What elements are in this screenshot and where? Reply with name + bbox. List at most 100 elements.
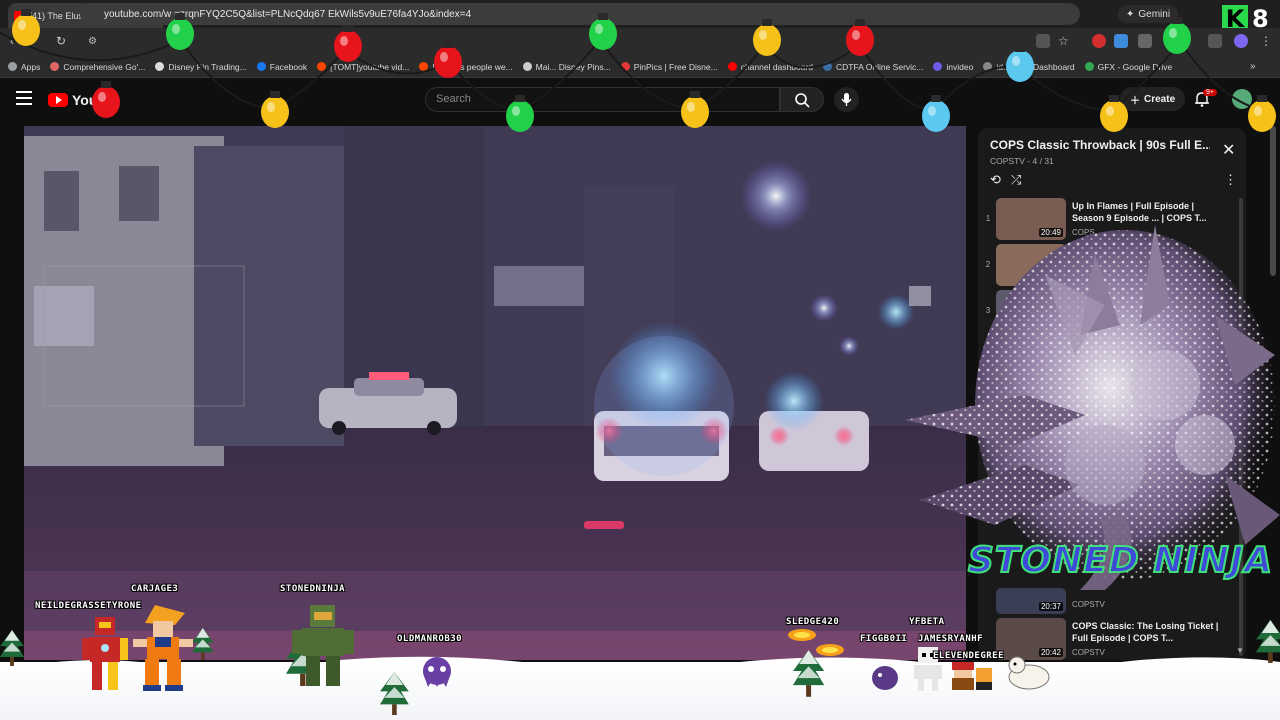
chat-username: YFBETA [909, 617, 945, 627]
playlist-item[interactable]: 2 20:13 [982, 244, 1238, 290]
bookmark-item[interactable]: Dashboard [1020, 62, 1075, 72]
pine-tree-icon [380, 672, 409, 716]
bookmark-item[interactable]: Comprehensive Go'... [50, 62, 145, 72]
video-player[interactable] [24, 126, 966, 660]
chat-username: STONEDNINJA [280, 584, 346, 594]
item-channel: COPS [1072, 228, 1095, 237]
extension-blue-icon[interactable] [1114, 34, 1128, 48]
playlist-item-current[interactable]: ▶ [982, 336, 1238, 382]
bookmark-favicon-icon [8, 62, 17, 71]
bookmark-label: Disney Pin Trading... [168, 61, 247, 72]
search-button[interactable] [780, 87, 824, 112]
extensions-puzzle-icon[interactable] [1138, 34, 1152, 48]
bookmarks-bar: Apps Comprehensive Go'... Disney Pin Tradi… [0, 56, 1280, 78]
goku-sprite [125, 605, 200, 693]
bookmark-label: GFX - Google Drive [1097, 61, 1173, 72]
bookmark-item[interactable]: Facebook [256, 62, 307, 72]
chat-username: JAMESRYANHF [918, 634, 984, 644]
item-title: Up In Flames | Full Episode | Season 9 E… [1072, 201, 1207, 223]
back-arrow-icon[interactable]: ‹ [10, 34, 14, 48]
chat-username: SLEDGE420 [786, 617, 840, 627]
bookmark-item[interactable]: PinPics | Free Disne... [620, 61, 718, 72]
bookmark-favicon-icon [522, 62, 532, 71]
avatar[interactable] [1232, 89, 1252, 109]
youtube-wordmark: YouT [72, 92, 106, 108]
item-thumbnail: 20:37 [996, 588, 1066, 614]
item-duration: 20:37 [1038, 602, 1063, 611]
bookmark-item[interactable]: invideo [933, 62, 973, 72]
bookmark-star-icon[interactable]: ☆ [1058, 34, 1069, 48]
bookmark-item[interactable]: Mai... Disney Pins... [522, 62, 611, 72]
bookmark-favicon-icon [1084, 62, 1094, 71]
item-thumbnail: 20:49 [996, 198, 1066, 240]
bookmark-item[interactable]: CDTFA Online Servic... [823, 62, 923, 72]
playlist-subtitle[interactable]: COPSTV - 4 / 31 [990, 156, 1054, 166]
item-index: 1 [985, 214, 991, 223]
more-bookmarks-chevron-icon[interactable]: » [1250, 61, 1256, 72]
bookmark-label: If todays people we... [432, 61, 513, 72]
gemini-button[interactable]: ✦ Gemini [1118, 5, 1179, 23]
bookmark-label: Dashboard [1033, 61, 1075, 72]
item-index: 3 [985, 306, 991, 315]
bookmark-favicon-icon [317, 62, 327, 71]
now-playing-icon: ▶ [984, 352, 992, 361]
bookmark-label: channel dashboard [740, 61, 813, 72]
profile-icon[interactable] [1234, 34, 1248, 48]
pine-tree-icon [1256, 620, 1280, 664]
reload-icon[interactable]: ↻ [56, 34, 66, 48]
ghost-sprite [420, 655, 455, 690]
video-frame-scene [24, 126, 966, 660]
chat-username: CARJAGE3 [131, 584, 179, 594]
item-thumbnail: 20:49 [996, 290, 1066, 332]
playlist-item[interactable]: 3 20:49 [982, 290, 1238, 336]
install-app-icon[interactable] [1036, 34, 1050, 48]
bookmark-item[interactable]: Apps [8, 62, 40, 72]
bookmark-item[interactable]: Disney Pin Trading... [155, 61, 247, 72]
extension-red-icon[interactable] [1092, 34, 1106, 48]
bookmark-favicon-icon [155, 62, 165, 71]
shuffle-icon[interactable]: ⤮ [1011, 172, 1031, 187]
url-field[interactable]: youtube.com/w =zrqnFYQ2C5Q&list=PLNcQdq6… [80, 3, 1080, 25]
item-title: COPS Classic: The Losing Ticket | Full E… [1072, 621, 1219, 643]
page-scrollbar[interactable] [1270, 126, 1276, 276]
bookmark-item[interactable]: [TOMT]youtube vid... [317, 62, 409, 72]
item-thumbnail: 20:13 [996, 244, 1066, 286]
chat-username: OLDMANROB30 [397, 634, 463, 644]
bookmark-label: PinPics | Free Disne... [633, 61, 718, 72]
white-bear-sprite [1005, 655, 1053, 691]
playlist-scrollbar[interactable] [1239, 198, 1243, 656]
pine-tree-icon [0, 630, 24, 666]
item-channel: COPSTV [1072, 600, 1105, 609]
bookmark-label: Apps [21, 61, 41, 72]
playlist-more-icon[interactable]: ⋮ [1224, 172, 1237, 188]
sparkle-icon: ✦ [1126, 8, 1135, 20]
voice-search-button[interactable] [834, 87, 859, 112]
youtube-logo[interactable]: YouT [48, 92, 106, 108]
hamburger-menu-icon[interactable] [16, 91, 32, 105]
microphone-icon [841, 93, 852, 106]
bookmark-item[interactable]: GFX - Google Drive [1084, 61, 1173, 72]
bookmark-item[interactable]: channel dashboard [727, 61, 813, 72]
playlist-item[interactable]: 1 20:49 Up In Flames | Full Episode | Se… [982, 198, 1238, 244]
reading-list-icon[interactable] [1208, 34, 1222, 48]
youtube-play-logo-icon [48, 93, 68, 107]
bookmark-label: invideo [946, 61, 974, 72]
create-button[interactable]: ＋ Create [1120, 87, 1186, 111]
youtube-favicon-icon [14, 10, 24, 21]
browser-menu-icon[interactable]: ⋮ [1260, 34, 1272, 48]
bookmark-label: [TOMT]youtube vid... [330, 61, 410, 72]
search-input[interactable]: Search [425, 87, 780, 112]
bookmark-item[interactable]: If todays people we... [419, 61, 513, 72]
search-icon [795, 93, 810, 108]
bookmark-favicon-icon [983, 62, 993, 71]
chat-username: NEILDEGRASSETYRONE [35, 601, 142, 611]
mario-sprite [948, 660, 994, 692]
chat-username: ELEVENDEGREE [933, 651, 1005, 661]
purple-blob-sprite [870, 665, 900, 691]
playlist-close-button[interactable]: ✕ [1222, 140, 1235, 160]
bookmark-item[interactable]: id... [983, 62, 1010, 72]
item-index: 2 [985, 260, 991, 269]
site-info-icon[interactable]: ⚙ [88, 36, 97, 47]
playlist-title[interactable]: COPS Classic Throwback | 90s Full E... [990, 138, 1210, 152]
loop-icon[interactable]: ⟲ [990, 172, 1011, 187]
